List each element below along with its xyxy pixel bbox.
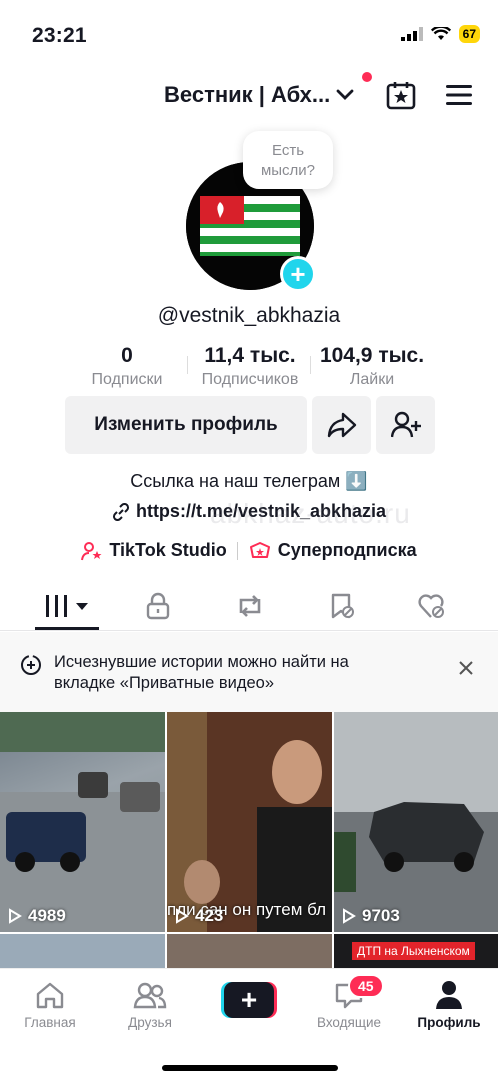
add-user-icon xyxy=(390,411,421,438)
profile-header: Вестник | Абх... xyxy=(0,72,498,114)
status-icons: 67 xyxy=(400,25,480,43)
clock: 23:21 xyxy=(32,24,87,47)
videos-grid-icon xyxy=(46,595,88,617)
tab-reposts[interactable] xyxy=(218,583,282,629)
studio-person-star-icon xyxy=(81,541,102,560)
video-thumbnail[interactable] xyxy=(0,934,165,968)
edit-profile-button[interactable]: Изменить профиль xyxy=(65,396,307,454)
view-count-value: 4989 xyxy=(28,906,66,925)
tab-liked[interactable] xyxy=(400,583,464,629)
friends-icon xyxy=(133,982,167,1009)
video-thumbnail[interactable]: пли сан он путем бл 423 xyxy=(167,712,332,932)
video-thumbnail[interactable]: 9703 xyxy=(334,712,498,932)
add-friend-button[interactable] xyxy=(376,396,435,454)
divider xyxy=(236,541,238,560)
stat-likes[interactable]: 104,9 тыс. Лайки xyxy=(310,344,434,392)
video-thumbnail[interactable]: 4989 xyxy=(0,712,165,932)
lock-icon xyxy=(146,592,170,620)
profile-actions: Изменить профиль xyxy=(0,396,498,454)
tab-videos[interactable] xyxy=(35,583,99,629)
tab-label: Профиль xyxy=(417,1015,481,1030)
private-videos-notice: Исчезнувшие истории можно найти на вклад… xyxy=(0,632,498,712)
wifi-icon xyxy=(430,27,451,40)
home-icon xyxy=(36,982,64,1009)
stat-label: Подписчиков xyxy=(201,371,299,388)
content-tabs xyxy=(0,583,498,631)
stat-following[interactable]: 0 Подписки xyxy=(82,344,172,392)
share-icon xyxy=(327,412,356,438)
plus-icon: + xyxy=(224,982,274,1018)
close-icon[interactable] xyxy=(458,660,474,676)
share-profile-button[interactable] xyxy=(312,396,371,454)
heart-hidden-icon xyxy=(418,594,444,618)
repost-icon xyxy=(239,595,261,617)
active-tab-indicator xyxy=(35,627,99,630)
inbox-badge: 45 xyxy=(348,974,384,998)
divider xyxy=(187,356,188,374)
account-name: Вестник | Абх... xyxy=(164,82,331,107)
username: @vestnik_abkhazia xyxy=(157,304,341,327)
thumbnail-image xyxy=(334,712,498,932)
studio-label: TikTok Studio xyxy=(109,540,227,560)
add-story-button[interactable]: + xyxy=(280,256,316,292)
stat-followers[interactable]: 11,4 тыс. Подписчиков xyxy=(190,344,310,392)
play-icon xyxy=(343,908,356,924)
profile-icon xyxy=(436,981,462,1009)
subscription-link[interactable]: Суперподписка xyxy=(248,540,417,561)
stat-label: Подписки xyxy=(91,371,163,388)
signal-icon xyxy=(400,27,423,41)
menu-button[interactable] xyxy=(442,78,476,112)
creator-shortcuts: TikTok Studio Суперподписка xyxy=(0,540,498,561)
subscription-label: Суперподписка xyxy=(277,540,417,560)
thoughts-text: Есть мысли? xyxy=(260,142,316,179)
tab-profile[interactable]: Профиль xyxy=(409,979,489,1030)
create-button[interactable]: + xyxy=(221,982,277,1018)
tab-label: Друзья xyxy=(128,1015,172,1030)
notice-text: Исчезнувшие истории можно найти на вклад… xyxy=(54,653,349,692)
bio-link-text: https://t.me/vestnik_abkhazia xyxy=(135,501,387,521)
video-tag: ДТП на Лыхненском xyxy=(352,942,475,960)
view-count: 4989 xyxy=(8,906,66,926)
profile-stats: 0 Подписки 11,4 тыс. Подписчиков 104,9 т… xyxy=(0,344,498,392)
view-count-value: 423 xyxy=(195,906,224,925)
account-switcher[interactable]: Вестник | Абх... xyxy=(164,82,354,108)
link-icon xyxy=(112,502,129,521)
thumbnail-image xyxy=(167,712,332,932)
bottom-tab-bar: Главная Друзья + Входящие 45 Профиль xyxy=(0,968,498,1080)
calendar-star-icon xyxy=(386,82,416,110)
calendar-star-button[interactable] xyxy=(384,78,418,112)
tab-friends[interactable]: Друзья xyxy=(110,979,190,1030)
thumbnail-image xyxy=(0,712,165,932)
tiktok-studio-link[interactable]: TikTok Studio xyxy=(81,540,227,561)
stat-value: 104,9 тыс. xyxy=(319,344,425,367)
video-thumbnail[interactable]: ДТП на Лыхненском xyxy=(334,934,498,968)
subscription-icon xyxy=(249,541,270,558)
view-count-value: 9703 xyxy=(362,906,400,925)
hamburger-icon xyxy=(446,85,472,105)
tab-label: Входящие xyxy=(316,1015,381,1030)
notification-dot xyxy=(362,72,372,82)
tab-favorites[interactable] xyxy=(310,583,374,629)
story-plus-icon xyxy=(21,655,41,675)
play-icon xyxy=(176,908,189,924)
view-count: 9703 xyxy=(342,906,400,926)
play-icon xyxy=(9,908,22,924)
bio-link[interactable]: https://t.me/vestnik_abkhazia xyxy=(0,501,498,522)
chevron-down-icon xyxy=(336,89,354,100)
stat-label: Лайки xyxy=(349,371,395,388)
thoughts-bubble[interactable]: Есть мысли? xyxy=(243,131,333,189)
video-thumbnail[interactable] xyxy=(167,934,332,968)
video-grid: 4989 пли сан он путем бл 423 9703 ДТП на… xyxy=(0,712,498,968)
bio-text: Ссылка на наш телеграм ⬇️ xyxy=(130,471,368,491)
bookmark-hidden-icon xyxy=(331,593,354,619)
stat-value: 0 xyxy=(121,344,133,367)
tab-private[interactable] xyxy=(126,583,190,629)
tab-home[interactable]: Главная xyxy=(10,979,90,1030)
status-bar: 23:21 67 xyxy=(0,0,498,72)
battery-icon: 67 xyxy=(458,25,480,43)
view-count: 423 xyxy=(175,906,223,926)
stat-value: 11,4 тыс. xyxy=(204,344,296,367)
home-indicator xyxy=(162,1065,338,1071)
tab-label: Главная xyxy=(24,1015,76,1030)
